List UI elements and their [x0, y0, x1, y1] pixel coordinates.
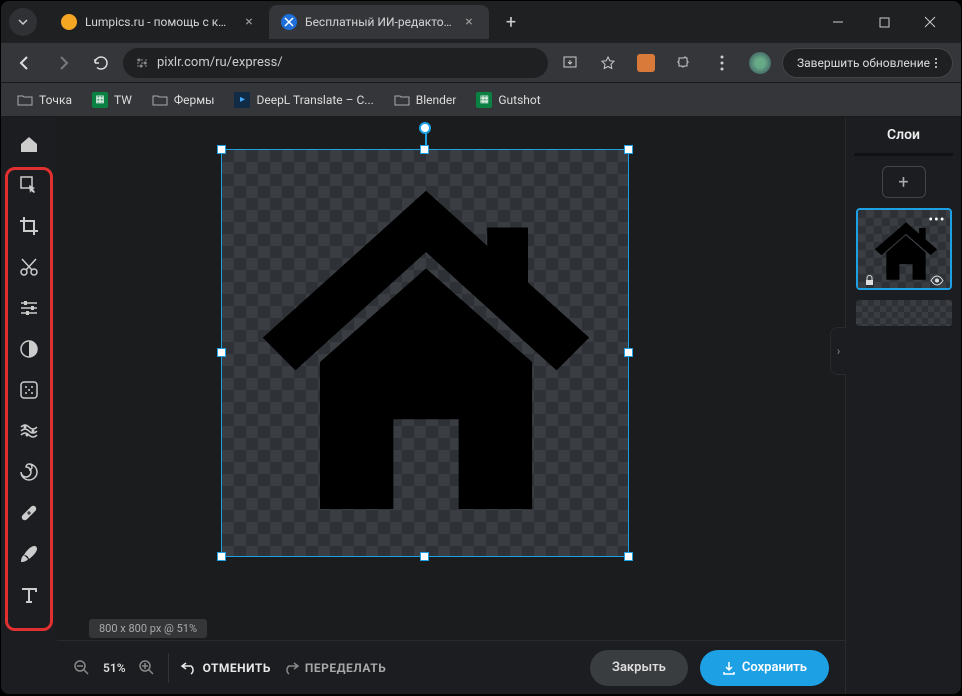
layer-thumbnail-bg[interactable]: [856, 300, 952, 326]
layer-menu-icon[interactable]: •••: [928, 212, 945, 228]
browser-tab-lumpics[interactable]: Lumpics.ru - помощь с компью ×: [49, 5, 269, 39]
extension-icon[interactable]: [630, 47, 662, 79]
bookmark-deepl[interactable]: ▸DeepL Translate – C...: [226, 88, 381, 112]
redo-button[interactable]: ПЕРЕДЕЛАТЬ: [283, 660, 386, 676]
zoom-in-button[interactable]: [138, 659, 156, 677]
bookmark-fermy[interactable]: Фермы: [144, 88, 223, 112]
canvas-content-house-icon: [222, 150, 630, 558]
text-tool[interactable]: [9, 576, 49, 614]
bookmark-star-icon[interactable]: [592, 47, 624, 79]
bottom-bar: 51% ОТМЕНИТЬ ПЕРЕДЕЛАТЬ Закрыть Сохранит…: [57, 640, 845, 694]
zoom-value[interactable]: 51%: [103, 661, 126, 675]
new-tab-button[interactable]: +: [497, 8, 525, 36]
site-settings-icon[interactable]: [135, 56, 149, 70]
liquify-tool[interactable]: [9, 412, 49, 450]
home-tool[interactable]: [9, 125, 49, 163]
close-icon[interactable]: ×: [241, 14, 257, 30]
bookmark-gutshot[interactable]: ▦Gutshot: [468, 88, 548, 112]
brush-tool[interactable]: [9, 535, 49, 573]
resize-handle-ml[interactable]: [217, 348, 226, 357]
select-tool[interactable]: [9, 166, 49, 204]
browser-tab-pixlr[interactable]: Бесплатный ИИ-редактор фот ×: [269, 5, 489, 39]
install-app-icon[interactable]: [554, 47, 586, 79]
deepl-icon: ▸: [234, 92, 250, 108]
sheets-icon: ▦: [92, 92, 108, 108]
left-toolbar: [1, 117, 57, 694]
crop-tool[interactable]: [9, 207, 49, 245]
close-button[interactable]: Закрыть: [590, 650, 688, 686]
url-text: pixlr.com/ru/express/: [157, 55, 283, 70]
adjust-tool[interactable]: [9, 289, 49, 327]
resize-handle-br[interactable]: [624, 552, 633, 561]
resize-handle-tl[interactable]: [217, 145, 226, 154]
resize-handle-mt[interactable]: [420, 145, 429, 154]
layers-title: Слои: [887, 127, 920, 143]
collapse-panel-button[interactable]: ›: [830, 327, 846, 375]
canvas-info: 800 x 800 px @ 51%: [89, 619, 207, 638]
canvas-area: 800 x 800 px @ 51% 51% ОТМЕНИТЬ ПЕРЕДЕЛА…: [57, 117, 845, 694]
close-window-button[interactable]: [907, 6, 953, 38]
selection-bounds[interactable]: [221, 149, 629, 557]
contrast-tool[interactable]: [9, 330, 49, 368]
resize-handle-mr[interactable]: [624, 348, 633, 357]
url-input[interactable]: pixlr.com/ru/express/: [123, 48, 548, 78]
tab-title: Lumpics.ru - помощь с компью: [85, 15, 233, 29]
titlebar: Lumpics.ru - помощь с компью × Бесплатны…: [1, 1, 961, 43]
add-layer-button[interactable]: +: [882, 166, 926, 198]
close-icon[interactable]: ×: [461, 14, 477, 30]
rotate-handle[interactable]: [419, 122, 431, 134]
swirl-tool[interactable]: [9, 453, 49, 491]
tab-dropdown-icon[interactable]: [9, 8, 37, 36]
favicon-icon: [61, 14, 77, 30]
address-bar: pixlr.com/ru/express/ Завершить обновлен…: [1, 43, 961, 83]
folder-icon: [17, 92, 33, 108]
layers-panel: Слои + ••• ›: [845, 117, 961, 694]
menu-kebab-icon[interactable]: [706, 47, 738, 79]
resize-handle-bl[interactable]: [217, 552, 226, 561]
maximize-button[interactable]: [861, 6, 907, 38]
bookmarks-bar: Точка ▦TW Фермы ▸DeepL Translate – C... …: [1, 83, 961, 117]
effect-tool[interactable]: [9, 371, 49, 409]
bookmark-tochka[interactable]: Точка: [9, 88, 80, 112]
profile-avatar-icon[interactable]: [744, 47, 776, 79]
extensions-puzzle-icon[interactable]: [668, 47, 700, 79]
save-button[interactable]: Сохранить: [700, 650, 829, 686]
lock-icon[interactable]: [864, 275, 875, 286]
bookmark-blender[interactable]: Blender: [386, 88, 465, 112]
layer-thumbnail-active[interactable]: •••: [856, 208, 952, 290]
folder-icon: [394, 92, 410, 108]
visibility-icon[interactable]: [930, 275, 944, 286]
resize-handle-tr[interactable]: [624, 145, 633, 154]
favicon-icon: [281, 14, 297, 30]
tab-title: Бесплатный ИИ-редактор фот: [305, 15, 453, 29]
sheets-icon: ▦: [476, 92, 492, 108]
back-button[interactable]: [9, 47, 41, 79]
zoom-out-button[interactable]: [73, 659, 91, 677]
forward-button[interactable]: [47, 47, 79, 79]
reload-button[interactable]: [85, 47, 117, 79]
bookmark-tw[interactable]: ▦TW: [84, 88, 140, 112]
resize-handle-mb[interactable]: [420, 552, 429, 561]
cut-tool[interactable]: [9, 248, 49, 286]
folder-icon: [152, 92, 168, 108]
undo-button[interactable]: ОТМЕНИТЬ: [181, 660, 271, 676]
heal-tool[interactable]: [9, 494, 49, 532]
minimize-button[interactable]: [815, 6, 861, 38]
update-button[interactable]: Завершить обновление: [782, 48, 953, 78]
